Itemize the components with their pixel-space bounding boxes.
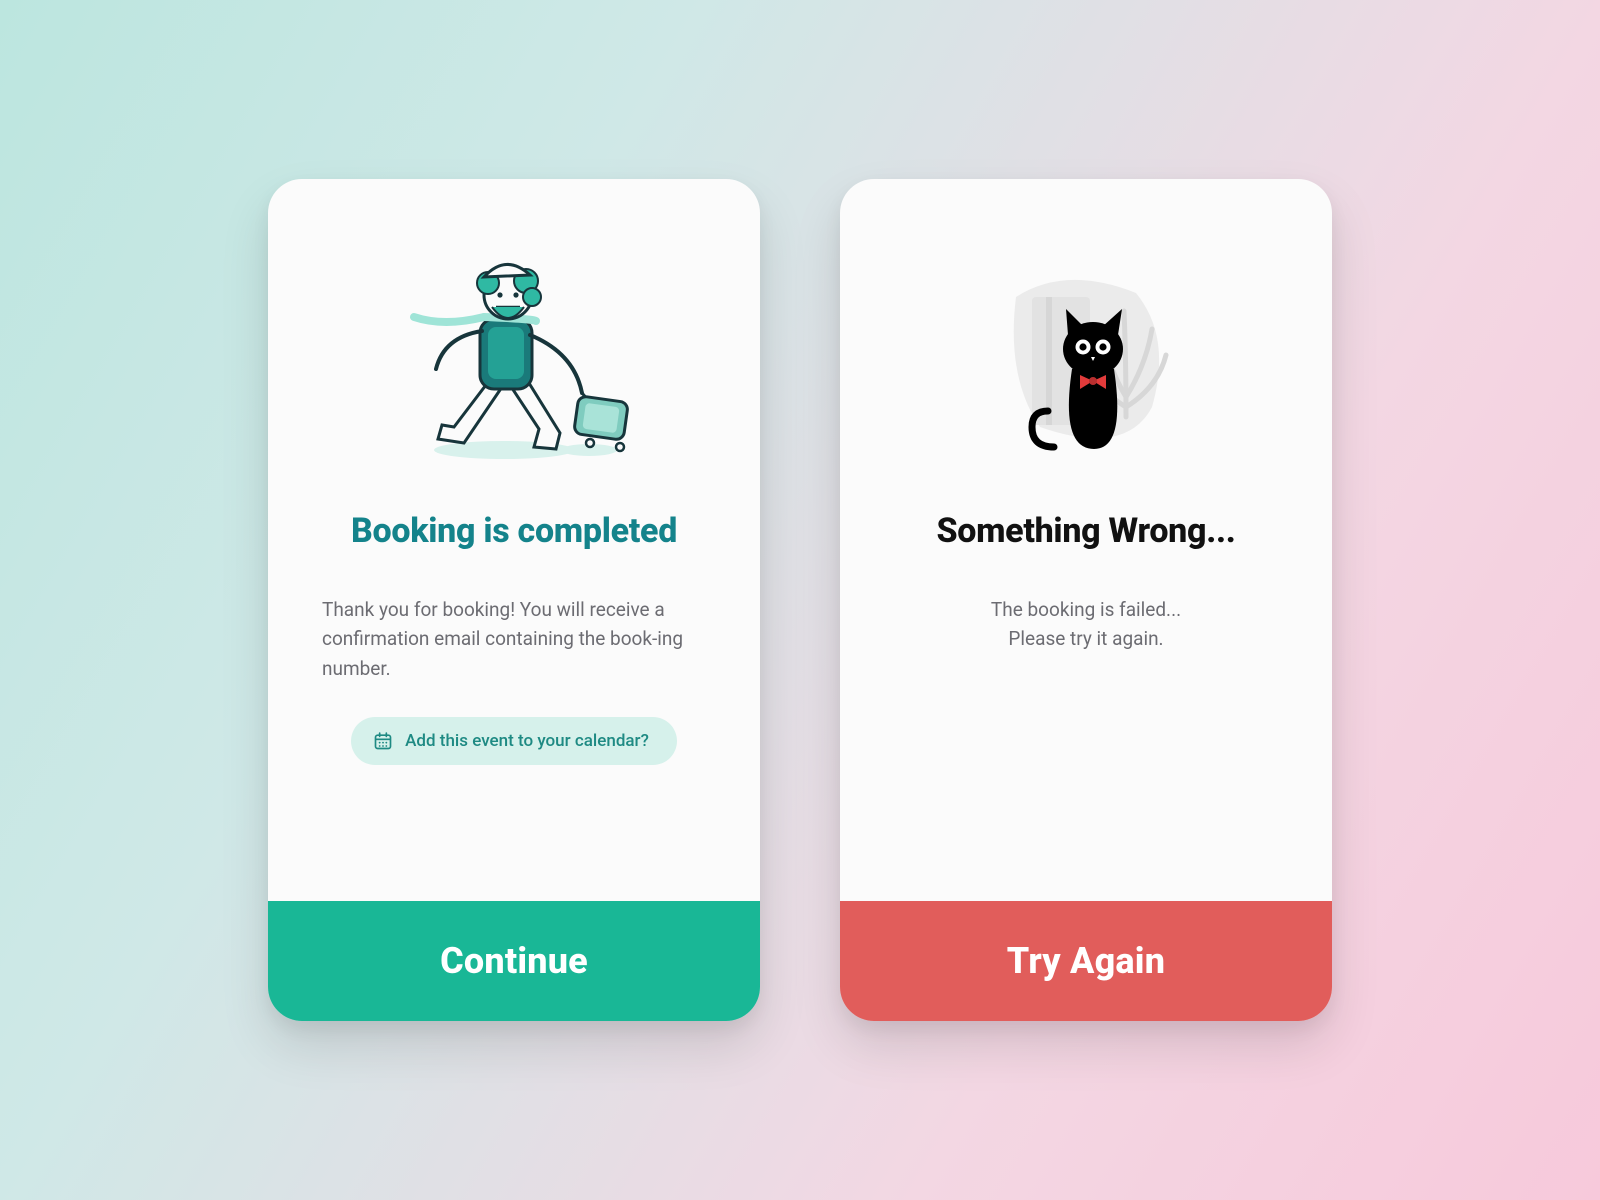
error-description: The booking is failed... Please try it a… xyxy=(894,595,1278,654)
black-cat-icon xyxy=(894,247,1278,477)
continue-button[interactable]: Continue xyxy=(268,901,760,1021)
continue-button-label: Continue xyxy=(440,940,588,982)
error-description-line1: The booking is failed... xyxy=(991,598,1181,621)
error-card-body: Something Wrong... The booking is failed… xyxy=(840,179,1332,901)
calendar-icon xyxy=(373,731,393,751)
success-title: Booking is completed xyxy=(351,511,677,551)
add-to-calendar-chip[interactable]: Add this event to your calendar? xyxy=(351,717,677,765)
add-to-calendar-label: Add this event to your calendar? xyxy=(405,731,649,751)
try-again-button[interactable]: Try Again xyxy=(840,901,1332,1021)
error-title: Something Wrong... xyxy=(936,511,1235,551)
try-again-button-label: Try Again xyxy=(1007,940,1165,982)
success-card: Booking is completed Thank you for booki… xyxy=(268,179,760,1021)
traveler-with-suitcase-icon xyxy=(322,247,706,477)
error-description-line2: Please try it again. xyxy=(1008,627,1163,650)
success-card-body: Booking is completed Thank you for booki… xyxy=(268,179,760,901)
error-card: Something Wrong... The booking is failed… xyxy=(840,179,1332,1021)
success-description: Thank you for booking! You will receive … xyxy=(322,595,706,683)
